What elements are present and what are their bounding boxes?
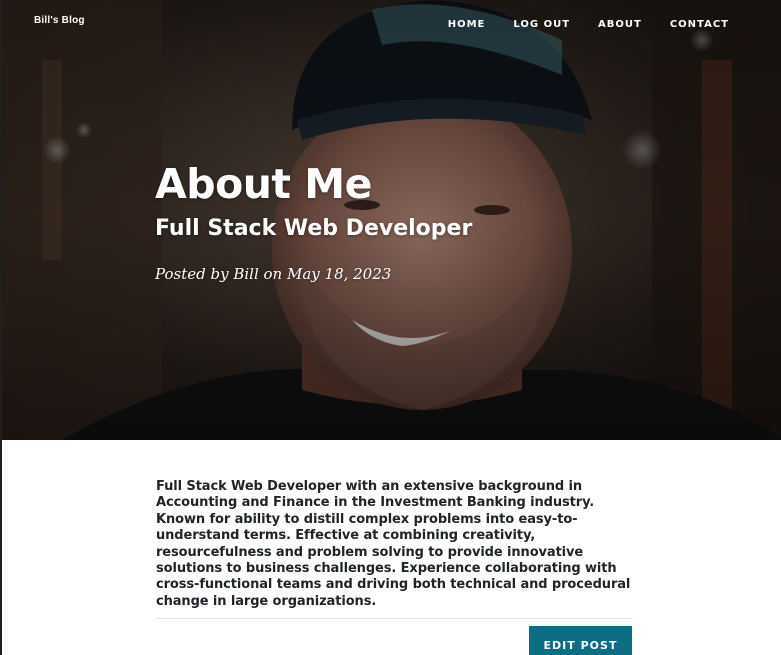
- content-divider: [156, 618, 632, 620]
- about-content: Full Stack Web Developer with an extensi…: [156, 479, 632, 627]
- nav-links: HOME LOG OUT ABOUT CONTACT: [448, 19, 729, 30]
- post-meta: Posted by Bill on May 18, 2023: [155, 265, 392, 283]
- nav-home-link[interactable]: HOME: [448, 19, 486, 30]
- page: Bill's Blog HOME LOG OUT ABOUT CONTACT A…: [0, 0, 781, 655]
- top-navbar: Bill's Blog HOME LOG OUT ABOUT CONTACT: [2, 0, 781, 50]
- hero-heading-block: About Me Full Stack Web Developer Posted…: [155, 158, 472, 284]
- page-title: About Me: [155, 160, 372, 208]
- about-body-text: Full Stack Web Developer with an extensi…: [156, 479, 631, 609]
- nav-about-link[interactable]: ABOUT: [598, 19, 642, 30]
- nav-contact-link[interactable]: CONTACT: [670, 19, 729, 30]
- edit-post-button[interactable]: EDIT POST: [529, 626, 632, 655]
- nav-logout-link[interactable]: LOG OUT: [513, 19, 570, 30]
- hero-header: Bill's Blog HOME LOG OUT ABOUT CONTACT A…: [2, 0, 781, 440]
- page-subtitle: Full Stack Web Developer: [155, 216, 473, 241]
- brand-link[interactable]: Bill's Blog: [34, 15, 85, 26]
